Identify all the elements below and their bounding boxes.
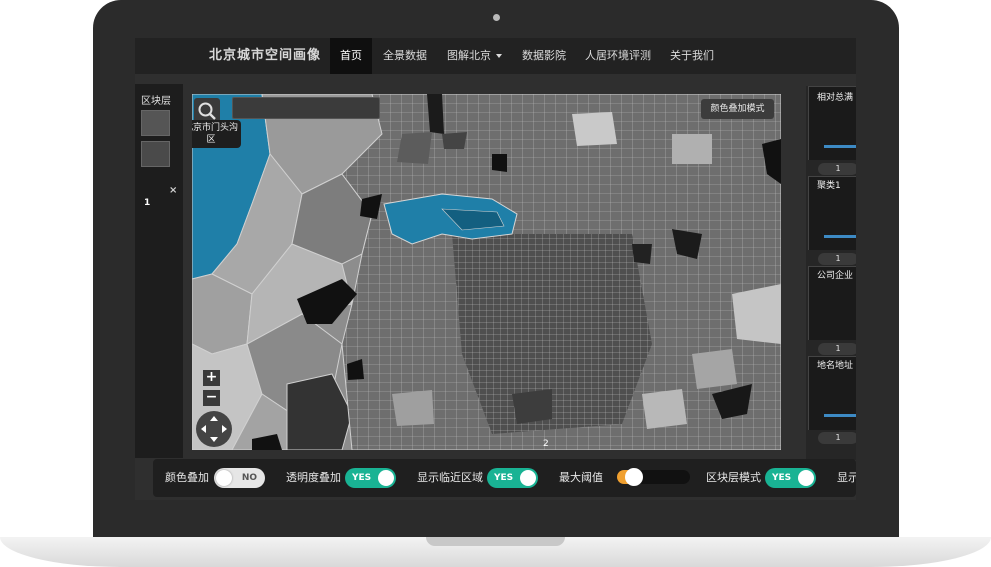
max-threshold-slider[interactable] <box>617 468 690 486</box>
laptop-notch <box>426 537 565 546</box>
map-view[interactable]: 北京市门头沟区 颜色叠加模式 + − 2 <box>192 94 781 450</box>
nav-illustrated-beijing[interactable]: 图解北京 <box>437 38 512 74</box>
display-label: 显示 <box>837 471 856 484</box>
brand-title[interactable]: 北京城市空间画像 <box>209 38 321 74</box>
nav-data-cinema[interactable]: 数据影院 <box>512 38 576 74</box>
nav-cinema-label: 数据影院 <box>522 49 566 62</box>
stat-card-title: 公司企业 <box>817 271 854 281</box>
pan-control[interactable] <box>196 411 232 447</box>
layer-label: 1 <box>144 198 151 208</box>
nav-panorama-label: 全景数据 <box>383 49 427 62</box>
stat-count-pill: 1 <box>818 163 856 175</box>
block-layer-panel: 区块层 1 × <box>135 84 183 458</box>
stat-bar <box>824 145 856 148</box>
nav-home[interactable]: 首页 <box>330 38 372 74</box>
nav-about-label: 关于我们 <box>670 49 714 62</box>
toggle-knob <box>798 470 814 486</box>
slider-thumb[interactable] <box>625 468 644 486</box>
map-page-number: 2 <box>543 439 549 449</box>
nav-living-env[interactable]: 人居环境评测 <box>575 38 661 74</box>
show-neighbors-label: 显示临近区域 <box>417 471 483 484</box>
block-layer-mode-label: 区块层模式 <box>706 471 761 484</box>
toggle-state: YES <box>352 473 372 483</box>
nav-about[interactable]: 关于我们 <box>660 38 724 74</box>
block-layer-mode-toggle[interactable]: YES <box>765 468 816 488</box>
layer-thumbnail[interactable] <box>141 141 170 167</box>
right-stats-panel: 相对总满 1 聚类1 1 公司企业 1 地名地址 1 <box>806 86 856 460</box>
choropleth-map <box>192 94 781 450</box>
chevron-down-icon <box>496 54 502 58</box>
stat-card-title: 聚类1 <box>817 181 841 191</box>
max-threshold-label: 最大阈值 <box>559 471 603 484</box>
zoom-in-button[interactable]: + <box>203 370 220 386</box>
nav-illustrated-label: 图解北京 <box>447 49 491 62</box>
district-tooltip: 北京市门头沟区 <box>192 120 241 148</box>
toggle-state: NO <box>241 473 257 483</box>
toggle-knob <box>378 470 394 486</box>
stat-count-pill: 1 <box>818 253 856 265</box>
stat-bar <box>824 235 856 238</box>
stat-card-title: 相对总满 <box>817 93 854 103</box>
top-navbar: 北京城市空间画像 首页 全景数据 图解北京 数据影院 人居环境评测 关于我们 <box>135 38 856 74</box>
bottom-toolbar: 颜色叠加 NO 透明度叠加 YES 显示临近区域 YES 最大阈值 区块层模式 … <box>153 459 856 497</box>
stat-count-pill: 1 <box>818 432 856 444</box>
toggle-knob <box>520 470 536 486</box>
stat-bar <box>824 414 856 417</box>
color-overlay-toggle[interactable]: NO <box>214 468 265 488</box>
app-screen: 北京城市空间画像 首页 全景数据 图解北京 数据影院 人居环境评测 关于我们 区… <box>135 38 856 500</box>
toggle-knob <box>216 470 232 486</box>
opacity-overlay-toggle[interactable]: YES <box>345 468 396 488</box>
stat-card-title: 地名地址 <box>817 361 854 371</box>
search-input[interactable] <box>232 97 380 119</box>
show-neighbors-toggle[interactable]: YES <box>487 468 538 488</box>
zoom-out-button[interactable]: − <box>203 390 220 406</box>
color-overlay-label: 颜色叠加 <box>165 471 209 484</box>
nav-panorama-data[interactable]: 全景数据 <box>373 38 437 74</box>
opacity-overlay-label: 透明度叠加 <box>286 471 341 484</box>
stat-count-pill: 1 <box>818 343 856 355</box>
color-overlay-mode-button[interactable]: 颜色叠加模式 <box>701 99 774 119</box>
nav-home-label: 首页 <box>340 49 362 62</box>
nav-living-label: 人居环境评测 <box>585 49 651 62</box>
block-layer-title: 区块层 <box>141 96 171 107</box>
close-icon[interactable]: × <box>169 185 177 196</box>
toggle-state: YES <box>772 473 792 483</box>
toggle-state: YES <box>494 473 514 483</box>
pan-arrows-icon <box>201 416 227 442</box>
layer-thumbnail[interactable] <box>141 110 170 136</box>
camera-dot <box>493 14 500 21</box>
